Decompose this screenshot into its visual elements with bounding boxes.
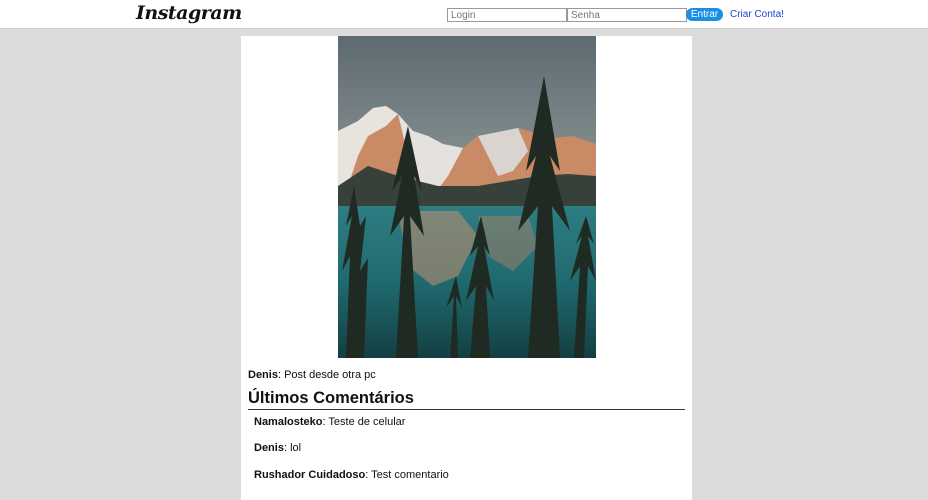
instagram-logo[interactable]: Instagram — [136, 2, 242, 24]
comment-text: : lol — [283, 442, 302, 454]
post-card: Denis: Post desde otra pc Últimos Coment… — [241, 36, 692, 500]
post-caption-text: : Post desde otra pc — [277, 369, 376, 381]
login-input[interactable] — [447, 8, 567, 22]
comment-item: Denis: lol — [254, 442, 301, 454]
top-navbar: Instagram Entrar Criar Conta! — [0, 0, 928, 29]
comments-section-title: Últimos Comentários — [248, 388, 685, 410]
comment-text: : Teste de celular — [322, 416, 406, 428]
comment-item: Rushador Cuidadoso: Test comentario — [254, 469, 449, 481]
enter-button[interactable]: Entrar — [686, 8, 723, 21]
create-account-link[interactable]: Criar Conta! — [730, 9, 784, 20]
comment-author[interactable]: Rushador Cuidadoso — [254, 469, 365, 481]
comment-item: Namalosteko: Teste de celular — [254, 416, 405, 428]
comment-text: : Test comentario — [365, 469, 449, 481]
comment-author[interactable]: Denis — [254, 442, 284, 454]
password-input[interactable] — [567, 8, 687, 22]
post-image[interactable] — [338, 36, 596, 358]
comment-author[interactable]: Namalosteko — [254, 416, 322, 428]
post-author[interactable]: Denis — [248, 369, 278, 381]
post-caption: Denis: Post desde otra pc — [248, 369, 376, 381]
